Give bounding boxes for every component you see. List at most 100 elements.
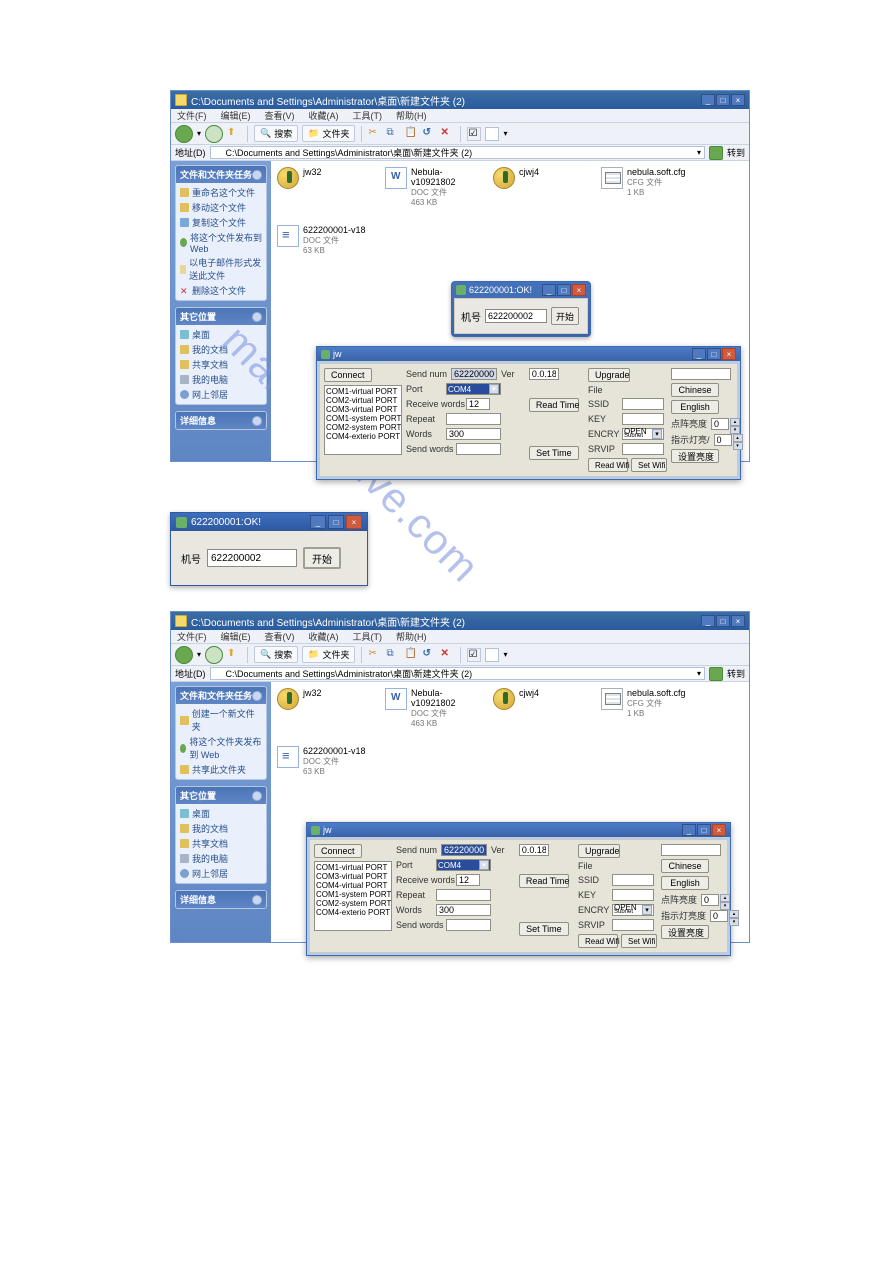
address-input[interactable]: C:\Documents and Settings\Administrator\… xyxy=(210,146,705,159)
menu-edit[interactable]: 编辑(E) xyxy=(221,630,251,643)
sendwords-input[interactable] xyxy=(446,919,491,931)
minimize-button[interactable]: _ xyxy=(692,348,706,360)
recv-input[interactable] xyxy=(456,874,480,886)
com-port-list[interactable]: COM1-virtual PORT COM2-virtual PORT COM3… xyxy=(324,385,402,455)
menu-edit[interactable]: 编辑(E) xyxy=(221,109,251,122)
other-mydocs[interactable]: 我的文档 xyxy=(180,822,262,835)
other-mydocs[interactable]: 我的文档 xyxy=(180,343,262,356)
minimize-button[interactable]: _ xyxy=(682,824,696,836)
file-item[interactable]: jw32 xyxy=(277,167,367,207)
collapse-icon[interactable] xyxy=(252,691,262,701)
properties-icon[interactable]: ☑ xyxy=(467,127,481,141)
menu-fav[interactable]: 收藏(A) xyxy=(309,630,339,643)
minimize-button[interactable]: _ xyxy=(701,94,715,106)
repeat-input[interactable] xyxy=(436,889,491,901)
bright2-spinner[interactable]: ▴▾ xyxy=(714,434,743,446)
search-button[interactable]: 🔍搜索 xyxy=(254,125,298,142)
file-item[interactable]: cjwj4 xyxy=(493,688,583,728)
other-mycomp[interactable]: 我的电脑 xyxy=(180,373,262,386)
srvip-input[interactable] xyxy=(622,443,664,455)
readwifi-button[interactable]: Read Wifi xyxy=(588,458,628,472)
cut-icon[interactable]: ✂ xyxy=(368,127,382,141)
upgrade-button[interactable]: Upgrade xyxy=(588,368,630,382)
file-item[interactable]: nebula.soft.cfgCFG 文件1 KB xyxy=(601,167,691,207)
chinese-button[interactable]: Chinese xyxy=(671,383,719,397)
start-button[interactable]: 开始 xyxy=(303,547,341,569)
file-item[interactable]: nebula.soft.cfgCFG 文件1 KB xyxy=(601,688,691,728)
sendnum-input[interactable] xyxy=(441,844,487,856)
properties-icon[interactable]: ☑ xyxy=(467,648,481,662)
undo-icon[interactable]: ↺ xyxy=(422,648,436,662)
bright1-spinner[interactable]: ▴▾ xyxy=(711,418,740,430)
address-input[interactable]: C:\Documents and Settings\Administrator\… xyxy=(210,667,705,680)
machine-input[interactable] xyxy=(207,549,297,567)
bright2-spinner[interactable]: ▴▾ xyxy=(710,910,739,922)
repeat-input[interactable] xyxy=(446,413,501,425)
other-network[interactable]: 网上邻居 xyxy=(180,867,262,880)
folders-button[interactable]: 📁文件夹 xyxy=(302,646,355,663)
up-icon[interactable]: ⬆ xyxy=(227,648,241,662)
start-button[interactable]: 开始 xyxy=(551,307,579,325)
cut-icon[interactable]: ✂ xyxy=(368,648,382,662)
menu-view[interactable]: 查看(V) xyxy=(265,109,295,122)
collapse-icon[interactable] xyxy=(252,791,262,801)
maximize-button[interactable]: □ xyxy=(557,284,571,296)
menu-file[interactable]: 文件(F) xyxy=(177,630,207,643)
connect-button[interactable]: Connect xyxy=(324,368,372,382)
readtime-button[interactable]: Read Time xyxy=(529,398,579,412)
port-select[interactable]: COM4▾ xyxy=(446,383,501,395)
views-icon[interactable] xyxy=(485,127,499,141)
file-item[interactable]: Nebula-v10921802DOC 文件463 KB xyxy=(385,167,475,207)
key-input[interactable] xyxy=(622,413,664,425)
setbright-button[interactable]: 设置亮度 xyxy=(661,925,709,939)
copy-icon[interactable]: ⧉ xyxy=(386,127,400,141)
file-input[interactable] xyxy=(671,368,731,380)
sendnum-input[interactable] xyxy=(451,368,497,380)
file-item[interactable]: 622200001-v18DOC 文件63 KB xyxy=(277,746,367,776)
words-input[interactable] xyxy=(446,428,501,440)
connect-button[interactable]: Connect xyxy=(314,844,362,858)
close-button[interactable]: × xyxy=(731,615,745,627)
close-button[interactable]: × xyxy=(712,824,726,836)
task-rename[interactable]: 重命名这个文件 xyxy=(180,186,262,199)
readtime-button[interactable]: Read Time xyxy=(519,874,569,888)
readwifi-button[interactable]: Read Wifi xyxy=(578,934,618,948)
paste-icon[interactable]: 📋 xyxy=(404,127,418,141)
setwifi-button[interactable]: Set Wifi xyxy=(621,934,657,948)
menu-tools[interactable]: 工具(T) xyxy=(353,109,383,122)
other-desktop[interactable]: 桌面 xyxy=(180,807,262,820)
setbright-button[interactable]: 设置亮度 xyxy=(671,449,719,463)
file-item[interactable]: Nebula-v10921802DOC 文件463 KB xyxy=(385,688,475,728)
paste-icon[interactable]: 📋 xyxy=(404,648,418,662)
ssid-input[interactable] xyxy=(612,874,654,886)
com-port-list[interactable]: COM1-virtual PORT COM3-virtual PORT COM4… xyxy=(314,861,392,931)
minimize-button[interactable]: _ xyxy=(701,615,715,627)
sendwords-input[interactable] xyxy=(456,443,501,455)
views-icon[interactable] xyxy=(485,648,499,662)
other-network[interactable]: 网上邻居 xyxy=(180,388,262,401)
back-button[interactable] xyxy=(175,646,193,664)
maximize-button[interactable]: □ xyxy=(328,515,344,529)
encry-select[interactable]: OPENSubnet▾ xyxy=(612,904,654,916)
encry-select[interactable]: OPENSubnet▾ xyxy=(622,428,664,440)
ver-input[interactable] xyxy=(529,368,559,380)
go-button[interactable] xyxy=(709,667,723,681)
collapse-icon[interactable] xyxy=(252,170,262,180)
maximize-button[interactable]: □ xyxy=(697,824,711,836)
content-area[interactable]: jw32 Nebula-v10921802DOC 文件463 KB cjwj4 … xyxy=(271,682,749,942)
other-mycomp[interactable]: 我的电脑 xyxy=(180,852,262,865)
recv-input[interactable] xyxy=(466,398,490,410)
bright1-spinner[interactable]: ▴▾ xyxy=(701,894,730,906)
other-shared[interactable]: 共享文档 xyxy=(180,837,262,850)
collapse-icon[interactable] xyxy=(252,312,262,322)
close-button[interactable]: × xyxy=(572,284,586,296)
settime-button[interactable]: Set Time xyxy=(529,446,579,460)
maximize-button[interactable]: □ xyxy=(707,348,721,360)
ssid-input[interactable] xyxy=(622,398,664,410)
minimize-button[interactable]: _ xyxy=(542,284,556,296)
words-input[interactable] xyxy=(436,904,491,916)
content-area[interactable]: jw32 Nebula-v10921802DOC 文件463 KB cjwj4 … xyxy=(271,161,749,461)
task-publish[interactable]: 将这个文件夹发布到 Web xyxy=(180,735,262,761)
menu-file[interactable]: 文件(F) xyxy=(177,109,207,122)
task-move[interactable]: 移动这个文件 xyxy=(180,201,262,214)
